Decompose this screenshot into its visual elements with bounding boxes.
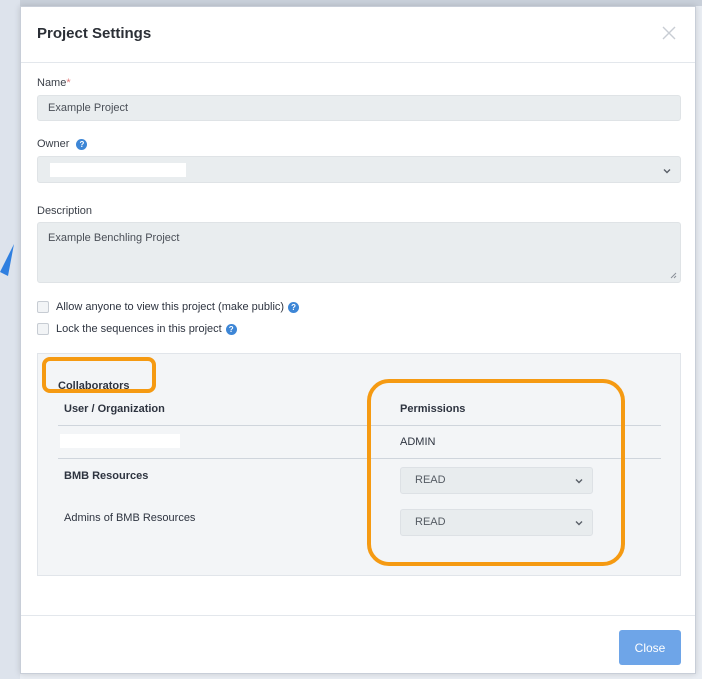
permission-select[interactable]: READ xyxy=(400,467,593,494)
footer-divider xyxy=(21,615,695,616)
collaborators-heading: Collaborators xyxy=(58,380,130,392)
dialog-title: Project Settings xyxy=(37,25,152,42)
lock-checkbox[interactable] xyxy=(37,323,49,335)
backdrop-side xyxy=(0,0,20,679)
owner-label-text: Owner xyxy=(37,138,70,150)
permission-select[interactable]: READ xyxy=(400,509,593,536)
column-header-permissions: Permissions xyxy=(400,403,466,415)
public-checkbox[interactable] xyxy=(37,301,49,313)
close-button[interactable]: Close xyxy=(619,630,681,665)
chevron-down-icon xyxy=(663,169,671,174)
description-label: Description xyxy=(37,205,93,217)
public-checkbox-label: Allow anyone to view this project (make … xyxy=(56,301,285,313)
close-icon[interactable] xyxy=(659,23,679,43)
collaborators-panel: Collaborators User / Organization Permis… xyxy=(37,353,681,576)
dialog-header: Project Settings xyxy=(21,7,695,63)
owner-select[interactable] xyxy=(37,156,681,183)
redacted-owner xyxy=(50,163,186,177)
collaborator-name: BMB Resources xyxy=(64,470,149,482)
public-checkbox-row[interactable]: Allow anyone to view this project (make … xyxy=(37,301,300,313)
name-field-value: Example Project xyxy=(48,102,129,114)
header-divider xyxy=(58,425,661,426)
description-field[interactable]: Example Benchling Project xyxy=(37,222,681,283)
help-icon[interactable]: ? xyxy=(288,301,300,313)
help-icon[interactable]: ? xyxy=(76,138,88,150)
column-header-user: User / Organization xyxy=(64,403,165,415)
required-mark: * xyxy=(66,77,71,89)
permission-select-value: READ xyxy=(415,474,446,486)
permission-select-value: READ xyxy=(415,516,446,528)
project-settings-dialog: Project Settings Name* Example Project O… xyxy=(20,6,696,674)
name-field[interactable]: Example Project xyxy=(37,95,681,121)
lock-checkbox-row[interactable]: Lock the sequences in this project ? xyxy=(37,323,237,335)
collaborator-name: Admins of BMB Resources xyxy=(64,512,196,524)
name-label-text: Name xyxy=(37,77,67,89)
chevron-down-icon xyxy=(575,479,583,484)
name-label: Name* xyxy=(37,77,71,89)
owner-label: Owner ? xyxy=(37,138,88,150)
lock-checkbox-label: Lock the sequences in this project xyxy=(56,323,222,335)
permission-value: ADMIN xyxy=(400,436,436,448)
resize-handle-icon[interactable] xyxy=(669,271,677,279)
redacted-collaborator-name xyxy=(60,434,180,448)
chevron-down-icon xyxy=(575,521,583,526)
row-divider xyxy=(58,458,661,459)
help-icon[interactable]: ? xyxy=(225,323,237,335)
description-field-value: Example Benchling Project xyxy=(48,232,180,244)
annotation-arrow xyxy=(0,244,14,276)
